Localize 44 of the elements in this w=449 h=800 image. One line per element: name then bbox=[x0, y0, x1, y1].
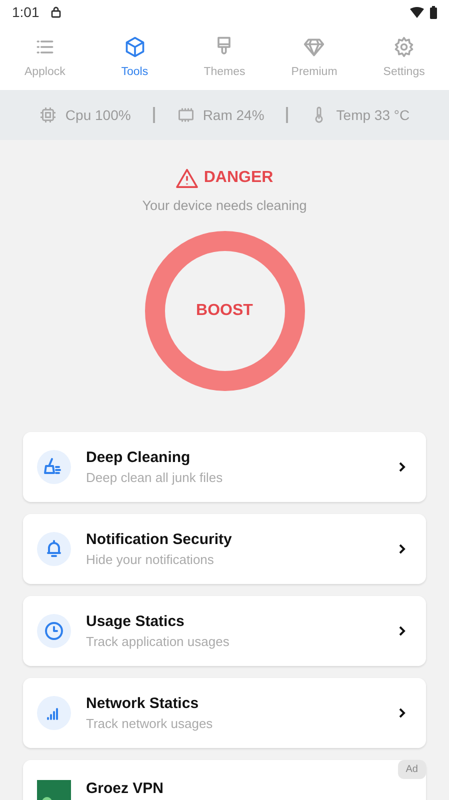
tool-card[interactable]: Usage Statics Track application usages bbox=[23, 596, 426, 666]
settings-icon bbox=[393, 36, 416, 58]
nav-tab[interactable]: Settings bbox=[359, 24, 449, 90]
ad-badge: Ad bbox=[398, 760, 426, 779]
bell-icon bbox=[37, 532, 71, 566]
card-subtitle: Deep clean all junk files bbox=[86, 470, 224, 485]
chevron-icon bbox=[398, 707, 406, 719]
signal-bars-icon bbox=[37, 696, 71, 730]
clock-icon bbox=[37, 614, 71, 648]
card-title: Notification Security bbox=[86, 531, 233, 548]
nav-tab[interactable]: Tools bbox=[90, 24, 180, 90]
broom-icon bbox=[37, 450, 71, 484]
card-title: Deep Cleaning bbox=[86, 449, 192, 466]
tool-card[interactable]: Notification Security Hide your notifications bbox=[23, 514, 426, 584]
chevron-icon bbox=[398, 543, 406, 555]
diamond-icon bbox=[303, 36, 326, 58]
stat-label: Temp 33 °C bbox=[336, 107, 410, 123]
chevron-icon bbox=[398, 461, 406, 473]
boost-button[interactable]: BOOST bbox=[144, 231, 304, 391]
card-title: Network Statics bbox=[86, 695, 200, 712]
lock-icon bbox=[51, 6, 62, 18]
card-title: Usage Statics bbox=[86, 613, 186, 630]
ad-title: Groez VPN bbox=[86, 780, 164, 797]
nav-tab[interactable]: Themes bbox=[180, 24, 270, 90]
tool-card[interactable]: Deep Cleaning Deep clean all junk files bbox=[23, 432, 426, 502]
ad-card[interactable]: Groez VPN Ad bbox=[23, 760, 426, 800]
card-subtitle: Track application usages bbox=[86, 634, 230, 649]
card-subtitle: Track network usages bbox=[86, 716, 214, 731]
wifi-icon bbox=[410, 6, 424, 18]
cube-icon bbox=[124, 36, 146, 58]
alert-message: Your device needs cleaning bbox=[141, 198, 308, 213]
memory-icon bbox=[176, 106, 195, 124]
status-time: 1:01 bbox=[12, 4, 40, 20]
nav-tab[interactable]: Applock bbox=[0, 24, 90, 90]
chip-icon bbox=[39, 106, 58, 124]
stat-label: Cpu 100% bbox=[65, 107, 131, 123]
warning-icon bbox=[176, 168, 198, 188]
stat-label: Ram 24% bbox=[202, 107, 264, 123]
battery-icon bbox=[430, 6, 437, 18]
chevron-icon bbox=[398, 625, 406, 637]
tool-card[interactable]: Network Statics Track network usages bbox=[23, 678, 426, 748]
nav-tab[interactable]: Premium bbox=[269, 24, 360, 90]
danger-label: DANGER bbox=[204, 169, 274, 187]
card-subtitle: Hide your notifications bbox=[86, 552, 215, 567]
